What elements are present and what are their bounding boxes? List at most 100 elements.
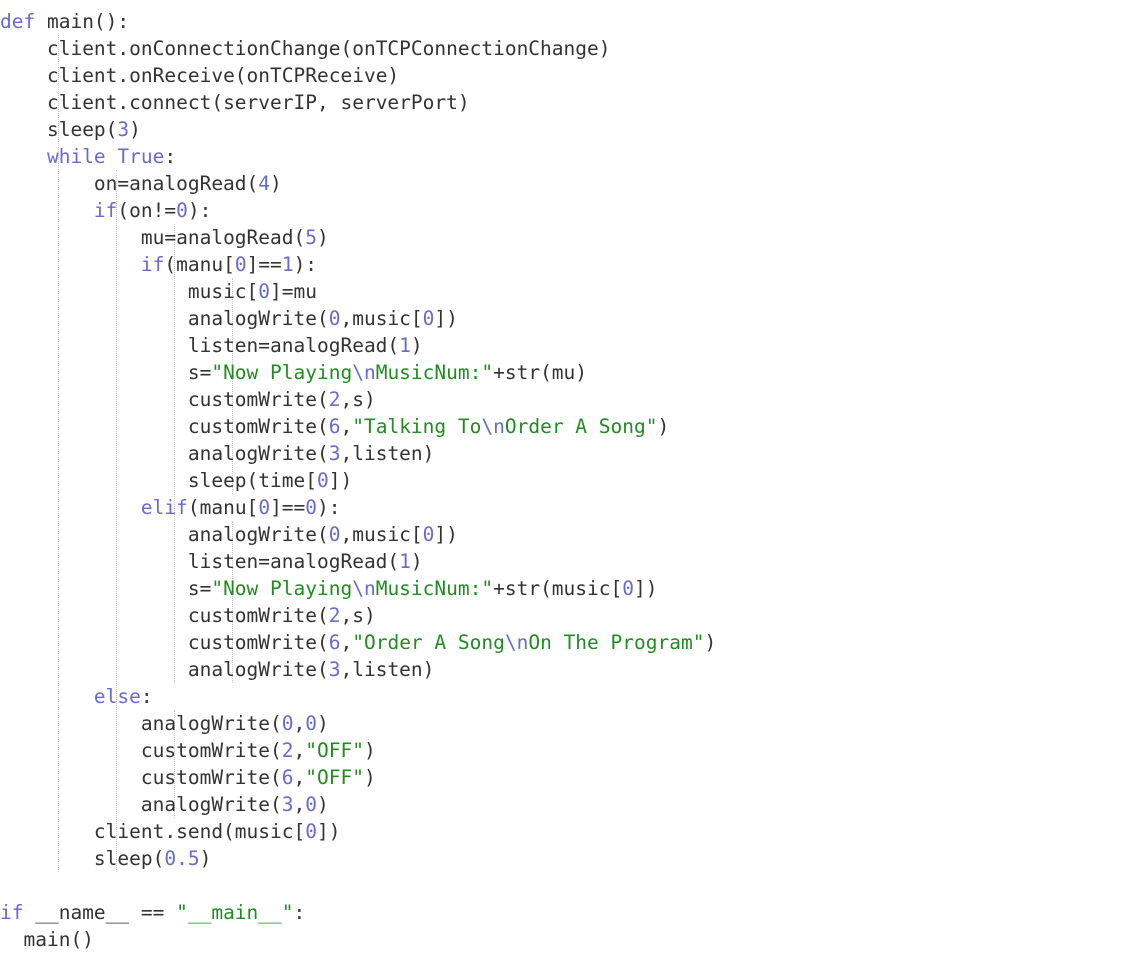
code-line[interactable]: mu=analogRead(5) xyxy=(0,224,1144,251)
code-token-str: "OFF" xyxy=(305,766,364,789)
code-token-plain: ]) xyxy=(434,523,458,546)
code-token-plain: ]== xyxy=(246,253,282,276)
code-token-plain: +str(mu) xyxy=(493,361,588,384)
code-line[interactable]: main() xyxy=(0,926,1144,953)
code-line[interactable]: else: xyxy=(0,683,1144,710)
code-line[interactable]: customWrite(6,"OFF") xyxy=(0,764,1144,791)
code-line[interactable]: analogWrite(3,listen) xyxy=(0,440,1144,467)
code-line[interactable]: analogWrite(0,music[0]) xyxy=(0,521,1144,548)
code-token-plain: ,s) xyxy=(340,604,376,627)
code-token-esc: \n xyxy=(481,415,505,438)
code-line[interactable]: analogWrite(3,0) xyxy=(0,791,1144,818)
code-token-num: 0 xyxy=(622,577,634,600)
code-line[interactable]: analogWrite(0,0) xyxy=(0,710,1144,737)
code-token-plain: ,listen) xyxy=(340,442,435,465)
code-token-num: 1 xyxy=(281,253,294,276)
code-token-plain: __name__ == xyxy=(23,901,177,924)
code-token-esc: \n xyxy=(504,631,529,654)
code-token-plain: analogWrite( xyxy=(187,523,329,546)
code-line[interactable]: elif(manu[0]==0): xyxy=(0,494,1144,521)
code-token-plain: customWrite( xyxy=(187,388,329,411)
code-token-str: "Now Playing xyxy=(211,361,353,384)
code-token-num: 0 xyxy=(305,496,318,519)
code-token-str: "OFF" xyxy=(305,739,364,762)
code-line[interactable]: listen=analogRead(1) xyxy=(0,332,1144,359)
code-line[interactable]: music[0]=mu xyxy=(0,278,1144,305)
code-line[interactable]: client.connect(serverIP, serverPort) xyxy=(0,89,1144,116)
code-line[interactable]: customWrite(2,s) xyxy=(0,602,1144,629)
code-line-layer[interactable]: def main(): client.onConnectionChange(on… xyxy=(0,0,1144,953)
code-token-kw: def xyxy=(0,10,36,33)
code-token-kw: else xyxy=(93,685,141,708)
code-token-plain: analogWrite( xyxy=(187,442,329,465)
code-line[interactable]: if __name__ == "__main__": xyxy=(0,899,1144,926)
code-token-str: "Now Playing xyxy=(211,577,353,600)
code-line[interactable]: customWrite(2,"OFF") xyxy=(0,737,1144,764)
code-token-plain: ,music[ xyxy=(340,523,423,546)
code-token-num: 2 xyxy=(328,604,341,627)
code-token-plain: (manu[ xyxy=(164,253,235,276)
code-token-plain: +str(music[ xyxy=(493,577,623,600)
code-token-plain: customWrite( xyxy=(187,415,329,438)
code-line[interactable]: analogWrite(3,listen) xyxy=(0,656,1144,683)
code-token-plain: ): xyxy=(293,253,318,276)
code-line[interactable]: sleep(time[0]) xyxy=(0,467,1144,494)
code-line[interactable]: customWrite(2,s) xyxy=(0,386,1144,413)
code-token-plain: : xyxy=(293,901,306,924)
code-line[interactable]: analogWrite(0,music[0]) xyxy=(0,305,1144,332)
code-line[interactable]: customWrite(6,"Order A Song\nOn The Prog… xyxy=(0,629,1144,656)
code-token-num: 0 xyxy=(328,307,341,330)
code-token-kw: if xyxy=(93,199,118,222)
code-token-plain: ): xyxy=(187,199,212,222)
code-token-num: 0 xyxy=(316,469,329,492)
code-token-num: 6 xyxy=(281,766,294,789)
code-token-plain: (on!= xyxy=(117,199,177,222)
code-line[interactable]: while True: xyxy=(0,143,1144,170)
code-line[interactable] xyxy=(0,872,1144,899)
code-token-plain: customWrite( xyxy=(140,766,282,789)
code-token-plain: ]) xyxy=(317,820,341,843)
code-token-str: "__main__" xyxy=(176,901,294,924)
code-editor-view[interactable]: def main(): client.onConnectionChange(on… xyxy=(0,0,1144,964)
code-line[interactable]: s="Now Playing\nMusicNum:"+str(mu) xyxy=(0,359,1144,386)
code-line[interactable]: if(manu[0]==1): xyxy=(0,251,1144,278)
code-token-plain: ) xyxy=(317,226,329,249)
code-token-num: 1 xyxy=(399,550,411,573)
code-line[interactable]: client.onReceive(onTCPReceive) xyxy=(0,62,1144,89)
code-line[interactable]: sleep(0.5) xyxy=(0,845,1144,872)
code-token-num: 0 xyxy=(234,253,247,276)
code-line[interactable]: if(on!=0): xyxy=(0,197,1144,224)
code-token-plain: , xyxy=(293,793,306,816)
code-token-plain: client.connect(serverIP, serverPort) xyxy=(46,91,470,114)
code-token-plain: s= xyxy=(187,361,212,384)
code-token-plain: , xyxy=(293,766,306,789)
code-token-plain: , xyxy=(340,415,353,438)
code-token-kw: True xyxy=(117,145,165,168)
code-token-plain: ) xyxy=(410,334,423,357)
code-token-plain: ]) xyxy=(328,469,353,492)
code-line[interactable]: s="Now Playing\nMusicNum:"+str(music[0]) xyxy=(0,575,1144,602)
code-token-plain: ,s) xyxy=(340,388,376,411)
code-line[interactable]: listen=analogRead(1) xyxy=(0,548,1144,575)
code-token-kw: if xyxy=(140,253,165,276)
code-token-plain: : xyxy=(140,685,153,708)
code-line[interactable]: client.send(music[0]) xyxy=(0,818,1144,845)
code-line[interactable]: def main(): xyxy=(0,8,1144,35)
code-line[interactable]: customWrite(6,"Talking To\nOrder A Song"… xyxy=(0,413,1144,440)
code-line[interactable]: sleep(3) xyxy=(0,116,1144,143)
code-line[interactable]: on=analogRead(4) xyxy=(0,170,1144,197)
code-token-num: 3 xyxy=(328,442,341,465)
code-token-plain: analogWrite( xyxy=(140,793,282,816)
code-line[interactable]: client.onConnectionChange(onTCPConnectio… xyxy=(0,35,1144,62)
